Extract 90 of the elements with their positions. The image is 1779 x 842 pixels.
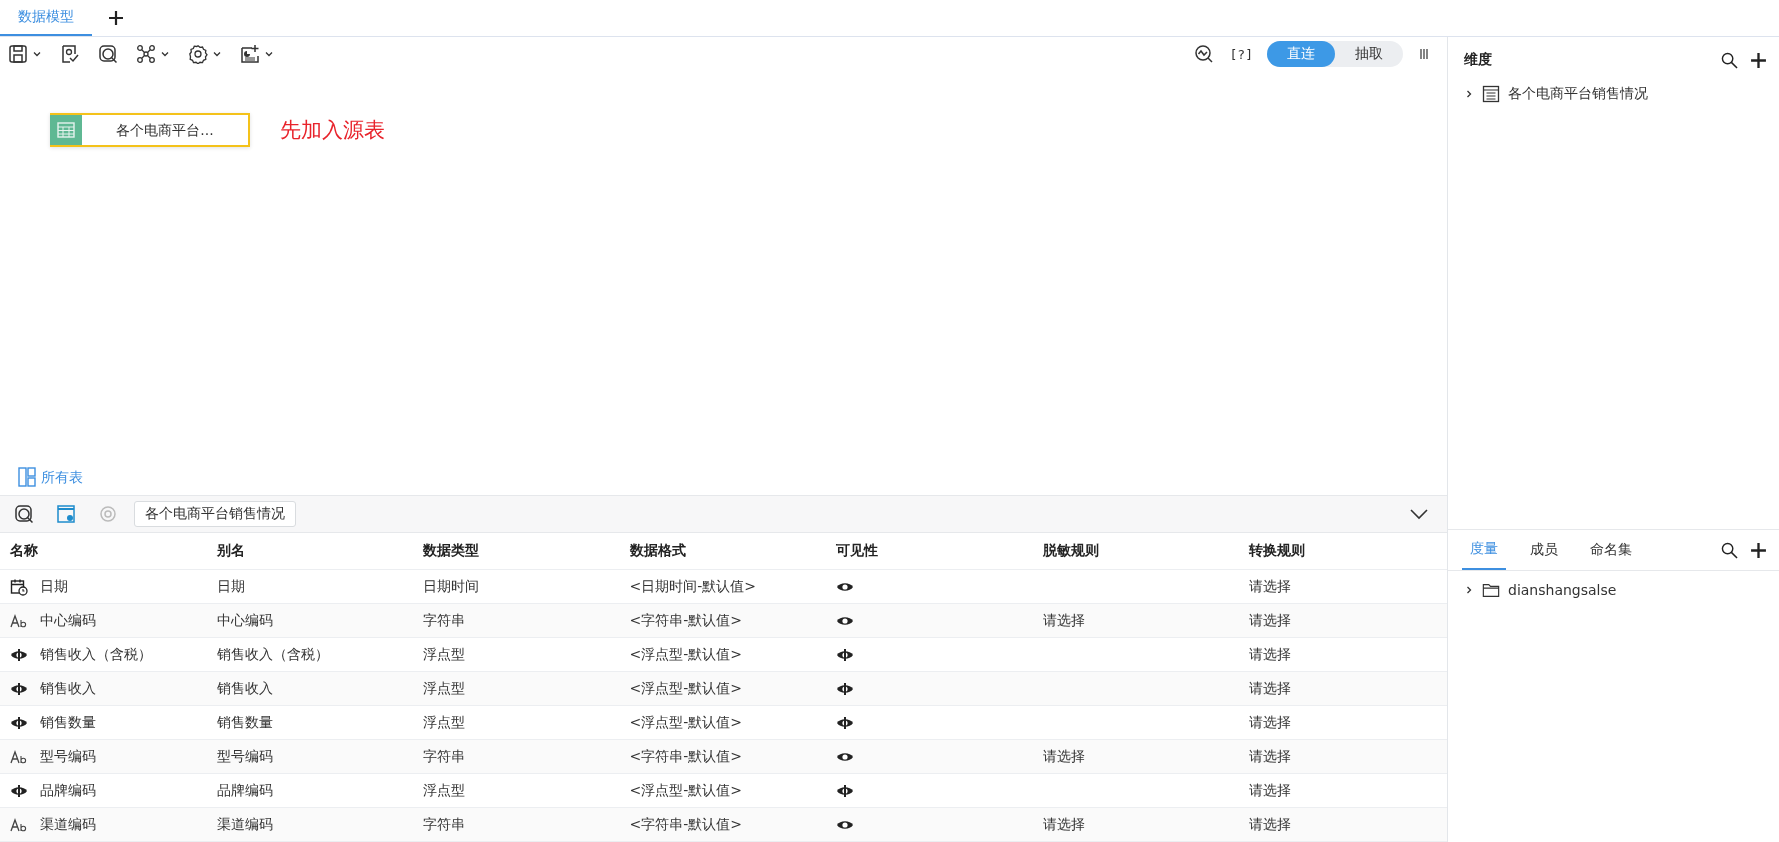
column-header: 名称 bbox=[9, 542, 39, 560]
table-cell-text: 日期 bbox=[215, 577, 246, 596]
folder-icon bbox=[1482, 581, 1500, 599]
caret-icon[interactable] bbox=[264, 49, 274, 59]
caret-icon[interactable] bbox=[32, 49, 42, 59]
convert-rule-select[interactable]: 请选择 bbox=[1249, 679, 1291, 698]
column-header: 脱敏规则 bbox=[1041, 542, 1100, 560]
table-cell-text: <日期时间-默认值> bbox=[628, 577, 757, 596]
table-cell-text: <字符串-默认值> bbox=[628, 815, 743, 834]
table-icon bbox=[1482, 85, 1500, 103]
window-settings-icon[interactable] bbox=[56, 504, 76, 524]
field-name: 品牌编码 bbox=[40, 781, 96, 800]
caret-icon[interactable] bbox=[212, 49, 222, 59]
table-cell-text: 销售数量 bbox=[215, 713, 274, 732]
field-name: 中心编码 bbox=[40, 611, 96, 630]
mask-rule-select[interactable]: 请选择 bbox=[1042, 747, 1085, 766]
search-icon[interactable] bbox=[1721, 541, 1738, 559]
all-tables-link[interactable]: 所有表 bbox=[18, 467, 83, 487]
table-cell-text: <字符串-默认值> bbox=[628, 747, 743, 766]
table-cell-text: 浮点型 bbox=[422, 713, 466, 732]
field-name: 销售收入 bbox=[40, 679, 96, 698]
column-header: 数据类型 bbox=[422, 542, 480, 560]
column-header: 转换规则 bbox=[1248, 542, 1306, 560]
field-name: 渠道编码 bbox=[40, 815, 96, 834]
add-icon[interactable] bbox=[1750, 51, 1767, 69]
caret-right-icon[interactable] bbox=[1464, 89, 1474, 99]
convert-rule-select[interactable]: 请选择 bbox=[1249, 781, 1291, 800]
model-tab[interactable]: 数据模型 bbox=[0, 0, 92, 36]
mode-toggle[interactable]: 抽取 bbox=[1335, 41, 1403, 67]
save-icon[interactable] bbox=[8, 44, 28, 64]
table-cell-text: 渠道编码 bbox=[215, 815, 274, 834]
table-cell-text: 中心编码 bbox=[215, 611, 274, 630]
table-cell-text: <字符串-默认值> bbox=[628, 611, 743, 630]
table-cell-text: 销售收入 bbox=[215, 679, 274, 698]
tree-item-label[interactable]: dianshangsalse bbox=[1508, 582, 1617, 598]
table-cell-text: 销售收入（含税） bbox=[215, 645, 330, 664]
field-name: 销售数量 bbox=[40, 713, 96, 732]
columns-icon[interactable] bbox=[1419, 48, 1429, 60]
panel-tab[interactable]: 命名集 bbox=[1582, 530, 1640, 570]
field-name: 销售收入（含税） bbox=[40, 645, 152, 664]
field-name: 型号编码 bbox=[40, 747, 96, 766]
panel-title: 维度 bbox=[1464, 51, 1492, 69]
add-icon[interactable] bbox=[108, 10, 124, 26]
field-name: 日期 bbox=[40, 577, 68, 596]
network-icon[interactable] bbox=[136, 44, 156, 64]
search-icon[interactable] bbox=[14, 504, 34, 524]
convert-rule-select[interactable]: 请选择 bbox=[1249, 577, 1291, 596]
calendar-clock-icon bbox=[10, 577, 28, 596]
table-cell-text: 字符串 bbox=[422, 815, 466, 834]
add-icon[interactable] bbox=[1750, 541, 1767, 559]
caret-right-icon[interactable] bbox=[1464, 585, 1474, 595]
table-node[interactable]: 各个电商平台... bbox=[50, 113, 250, 147]
search-icon[interactable] bbox=[98, 44, 118, 64]
mask-rule-select[interactable]: 请选择 bbox=[1042, 611, 1085, 630]
tree-item-label[interactable]: 各个电商平台销售情况 bbox=[1508, 85, 1648, 103]
column-header: 数据格式 bbox=[628, 542, 687, 560]
document-check-icon[interactable] bbox=[60, 44, 80, 64]
search-icon[interactable] bbox=[1721, 51, 1738, 69]
convert-rule-select[interactable]: 请选择 bbox=[1249, 815, 1291, 834]
table-cell-text: <浮点型-默认值> bbox=[628, 679, 743, 698]
table-cell-text: <浮点型-默认值> bbox=[628, 781, 743, 800]
table-icon bbox=[57, 122, 75, 138]
convert-rule-select[interactable]: 请选择 bbox=[1249, 747, 1291, 766]
table-cell-text: 日期时间 bbox=[422, 577, 480, 596]
help-button[interactable]: [?] bbox=[1229, 46, 1253, 62]
mask-rule-select[interactable]: 请选择 bbox=[1042, 815, 1085, 834]
annotation-text: 先加入源表 bbox=[280, 117, 385, 144]
table-cell-text: 浮点型 bbox=[422, 645, 466, 664]
table-cell-text: 字符串 bbox=[422, 747, 466, 766]
chart-search-icon[interactable] bbox=[1193, 44, 1214, 64]
column-header: 别名 bbox=[215, 542, 246, 560]
column-header: 可见性 bbox=[835, 542, 879, 560]
table-cell-text: <浮点型-默认值> bbox=[628, 645, 743, 664]
table-cell-text: 浮点型 bbox=[422, 781, 466, 800]
convert-rule-select[interactable]: 请选择 bbox=[1249, 713, 1291, 732]
panel-tab[interactable]: 度量 bbox=[1462, 530, 1506, 570]
convert-rule-select[interactable]: 请选择 bbox=[1249, 645, 1291, 664]
collapse-icon[interactable] bbox=[1409, 508, 1429, 520]
table-cell-text: 字符串 bbox=[422, 611, 466, 630]
table-cell-text: 型号编码 bbox=[215, 747, 274, 766]
table-name-field[interactable]: 各个电商平台销售情况 bbox=[134, 501, 296, 527]
caret-icon[interactable] bbox=[160, 49, 170, 59]
table-cell-text: 品牌编码 bbox=[215, 781, 274, 800]
panel-tab[interactable]: 成员 bbox=[1522, 530, 1566, 570]
table-cell-text: 浮点型 bbox=[422, 679, 466, 698]
table-cell-text: <浮点型-默认值> bbox=[628, 713, 743, 732]
table-node-label: 各个电商平台... bbox=[115, 121, 215, 140]
convert-rule-select[interactable]: 请选择 bbox=[1249, 611, 1291, 630]
chart-board-icon[interactable] bbox=[240, 44, 260, 64]
layout-icon bbox=[18, 467, 36, 487]
